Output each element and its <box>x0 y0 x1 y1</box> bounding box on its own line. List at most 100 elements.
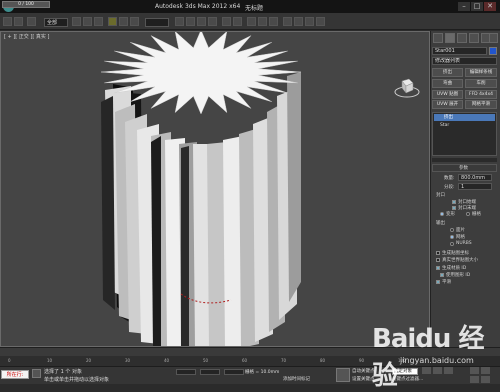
timeline-tick-label: 50 <box>203 358 209 363</box>
smooth-checkbox[interactable] <box>436 280 440 284</box>
edit-spline-button[interactable]: 编辑样条线 <box>465 68 497 77</box>
set-key-icon[interactable] <box>336 368 350 382</box>
select-by-name-icon[interactable] <box>83 17 92 26</box>
move-icon[interactable] <box>108 17 117 26</box>
stack-item-extrude[interactable]: 挤出 <box>434 114 495 121</box>
maximize-button[interactable]: □ <box>471 2 483 11</box>
link-icon[interactable] <box>27 17 36 26</box>
lathe-button[interactable]: 车削 <box>465 79 497 88</box>
timeline-tick-label: 40 <box>164 358 170 363</box>
smooth-label: 平滑 <box>442 280 451 285</box>
timeline-tick-label: 70 <box>281 358 287 363</box>
lock-selection-icon[interactable] <box>32 369 41 378</box>
amount-label: 数量: <box>444 176 455 181</box>
add-time-tag[interactable]: 添加时间标记 <box>283 376 310 382</box>
modifier-list-dropdown[interactable]: 修改器列表 <box>432 57 497 65</box>
use-shape-ids-checkbox[interactable] <box>440 273 444 277</box>
angle-snap-icon[interactable] <box>197 17 206 26</box>
gen-mapping-checkbox[interactable] <box>436 251 440 255</box>
capping-label: 封口 <box>436 193 445 198</box>
perspective-viewport[interactable]: [ + ][ 正交 ][ 真实 ] <box>0 31 430 347</box>
timeline-tick-label: 20 <box>86 358 92 363</box>
pivot-icon[interactable] <box>175 17 184 26</box>
utilities-tab-icon[interactable] <box>489 33 498 43</box>
gen-material-ids-label: 生成材质 ID <box>442 266 467 271</box>
snap-icon[interactable] <box>186 17 195 26</box>
viewcube-icon[interactable] <box>394 77 420 99</box>
quick-render-icon[interactable] <box>316 17 325 26</box>
select-object-icon[interactable] <box>72 17 81 26</box>
stack-item-star[interactable]: Star <box>434 122 495 129</box>
align-icon[interactable] <box>233 17 242 26</box>
percent-snap-icon[interactable] <box>208 17 217 26</box>
timeline-tick-label: 90 <box>359 358 365 363</box>
render-setup-icon[interactable] <box>294 17 303 26</box>
rect-selection-icon[interactable] <box>94 17 103 26</box>
z-coordinate-field[interactable] <box>224 369 244 375</box>
real-world-label: 真实世界贴图大小 <box>442 258 478 263</box>
time-slider[interactable]: 0 / 100 <box>2 1 50 8</box>
timeline-tick-label: 10 <box>47 358 53 363</box>
bend-button[interactable]: 弯曲 <box>432 79 463 88</box>
cap-end-checkbox[interactable] <box>452 206 456 210</box>
amount-field[interactable]: 800.0mm <box>458 174 492 181</box>
create-tab-icon[interactable] <box>433 33 443 43</box>
cap-start-checkbox[interactable] <box>452 200 456 204</box>
window-title: Autodesk 3ds Max 2012 x64 <box>155 3 241 10</box>
object-color-swatch[interactable] <box>489 47 497 55</box>
mesh-label: 网格 <box>456 235 465 240</box>
mirror-icon[interactable] <box>222 17 231 26</box>
uvw-map-button[interactable]: UVW 贴图 <box>432 90 463 99</box>
ffd-button[interactable]: FFD 4x4x4 <box>465 90 497 99</box>
maxscript-listener-field[interactable]: 所在行: <box>1 370 29 379</box>
modify-tab-icon[interactable] <box>445 33 455 43</box>
segments-field[interactable]: 1 <box>458 183 492 190</box>
layer-icon[interactable] <box>247 17 256 26</box>
motion-tab-icon[interactable] <box>469 33 479 43</box>
minimize-button[interactable]: – <box>458 2 470 11</box>
baidu-watermark-url: jingyan.baidu.com <box>400 356 474 365</box>
stack-toolbar <box>432 158 497 162</box>
timeline-tick-label: 80 <box>320 358 326 363</box>
redo-icon[interactable] <box>14 17 23 26</box>
output-label: 输出 <box>436 221 445 226</box>
hierarchy-tab-icon[interactable] <box>457 33 467 43</box>
grid-size-readout: 栅格 = 10.0mm <box>245 370 280 375</box>
patch-radio[interactable] <box>450 228 454 232</box>
selection-filter-dropdown[interactable]: 全部 <box>44 18 68 27</box>
curve-editor-icon[interactable] <box>258 17 267 26</box>
document-name: 无标题 <box>245 5 264 12</box>
status-selection-count: 选择了 1 个 对象 <box>44 369 82 375</box>
close-button[interactable]: ✕ <box>484 2 496 11</box>
timeline-tick-label: 0 <box>8 358 11 363</box>
patch-label: 面片 <box>456 228 465 233</box>
gen-material-ids-checkbox[interactable] <box>436 266 440 270</box>
object-name-field[interactable]: Star001 <box>432 47 487 55</box>
undo-icon[interactable] <box>3 17 12 26</box>
morph-label: 变形 <box>446 212 455 217</box>
extrude-button[interactable]: 挤出 <box>432 68 463 77</box>
use-shape-ids-label: 使用图形 ID <box>446 273 471 278</box>
reference-coordinate-dropdown[interactable] <box>145 18 169 27</box>
mesh-radio[interactable] <box>450 235 454 239</box>
material-editor-icon[interactable] <box>283 17 292 26</box>
baidu-watermark: Baidu 经验 <box>372 324 484 391</box>
segments-label: 分段: <box>444 185 455 190</box>
y-coordinate-field[interactable] <box>200 369 220 375</box>
meshsmooth-button[interactable]: 网格平滑 <box>465 100 497 109</box>
real-world-checkbox[interactable] <box>436 258 440 262</box>
unwrap-uvw-button[interactable]: UVW 展开 <box>432 100 463 109</box>
morph-radio[interactable] <box>440 212 444 216</box>
scale-icon[interactable] <box>130 17 139 26</box>
schematic-icon[interactable] <box>269 17 278 26</box>
rotate-icon[interactable] <box>119 17 128 26</box>
extruded-star-object[interactable] <box>1 32 430 347</box>
timeline-tick-label: 60 <box>242 358 248 363</box>
track-ticks: 0 10 20 30 40 50 60 70 80 90 100 <box>0 357 430 366</box>
timeline-tick-label: 30 <box>125 358 131 363</box>
nurbs-radio[interactable] <box>450 242 454 246</box>
render-icon[interactable] <box>305 17 314 26</box>
grid-radio[interactable] <box>466 212 470 216</box>
x-coordinate-field[interactable] <box>176 369 196 375</box>
parameters-label: 参数 <box>459 166 468 171</box>
